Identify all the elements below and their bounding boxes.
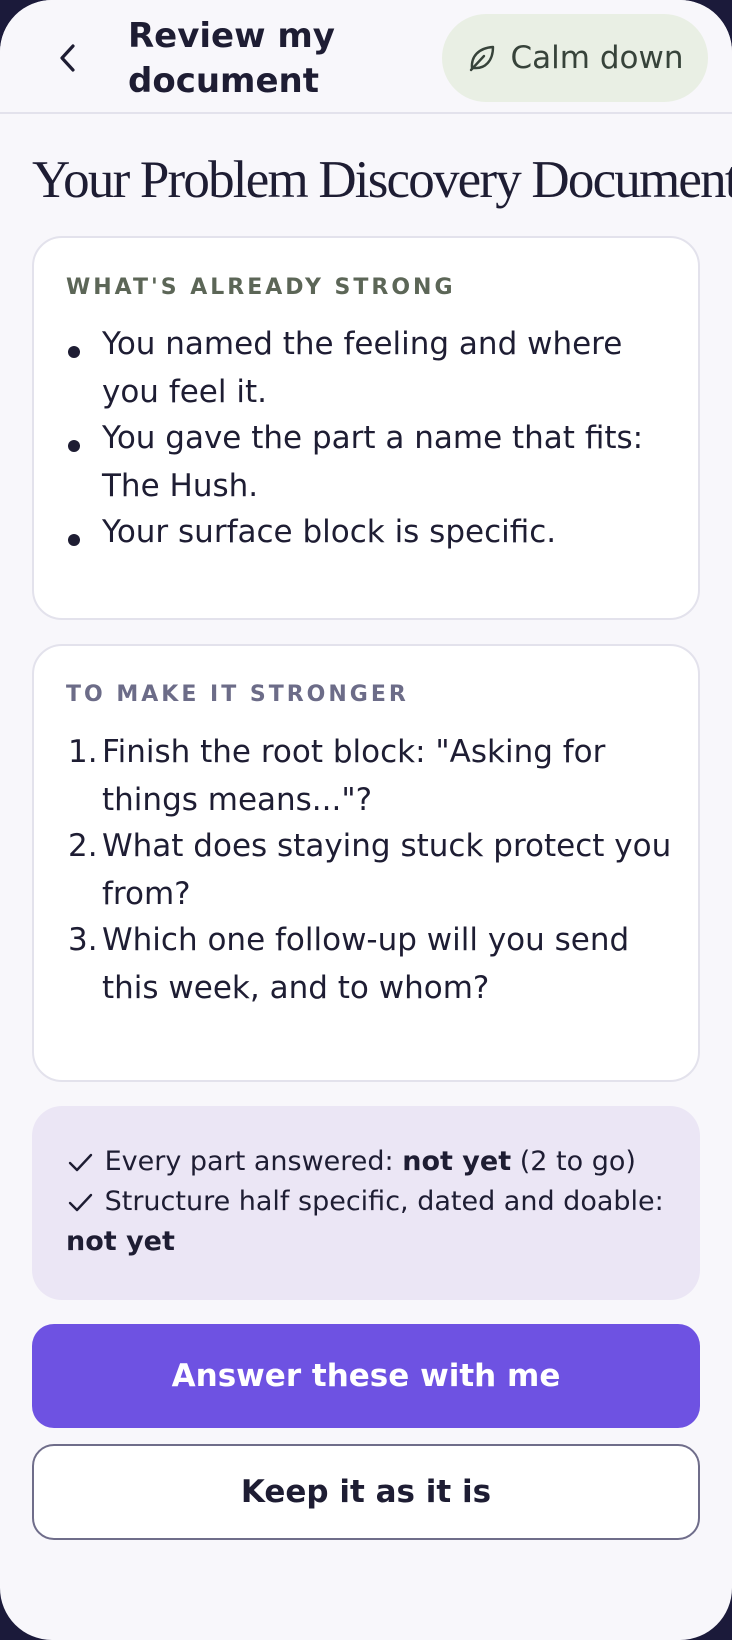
improvement-item: Which one follow-up will you send this w… [102,922,630,1006]
strengths-heading: WHAT'S ALREADY STRONG [66,275,456,300]
screen: Review my document Calm down Your Proble… [0,0,732,1640]
calm-down-button[interactable]: Calm down [442,14,708,102]
page-title: Your Problem Discovery Document [32,151,732,209]
item-number: 3. [68,922,98,958]
calm-down-label: Calm down [510,40,684,76]
status-label: Structure half specific, dated and doabl… [104,1186,664,1217]
status-line-structure-value: not yet [66,1222,175,1262]
status-extra: (2 to go) [519,1146,636,1177]
bullet-icon [68,346,80,358]
item-number: 2. [68,828,98,864]
strength-item: You named the feeling and where you feel… [102,326,623,410]
status-line-answered: Every part answered: not yet (2 to go) [66,1142,636,1182]
header-title: Review my document [128,16,335,101]
header: Review my document Calm down [0,0,732,114]
answer-with-me-button[interactable]: Answer these with me [32,1324,700,1428]
bullet-icon [68,534,80,546]
check-icon [68,1153,93,1171]
strength-item: You gave the part a name that fits: The … [102,420,644,504]
strength-item: Your surface block is specific. [102,514,557,550]
chevron-left-icon [60,44,75,72]
improvements-card: TO MAKE IT STRONGER 1. Finish the root b… [32,644,700,1082]
bullet-icon [68,440,80,452]
improvement-item: What does staying stuck protect you from… [102,828,672,912]
status-value: not yet [66,1226,175,1257]
item-number: 1. [68,734,98,770]
improvements-heading: TO MAKE IT STRONGER [66,682,409,707]
back-button[interactable] [46,30,90,86]
status-box: Every part answered: not yet (2 to go) S… [32,1106,700,1300]
status-label: Every part answered: [104,1146,394,1177]
improvement-item: Finish the root block: "Asking for thing… [102,734,606,818]
keep-as-is-button[interactable]: Keep it as it is [32,1444,700,1540]
status-value: not yet [402,1146,512,1177]
strengths-card: WHAT'S ALREADY STRONG You named the feel… [32,236,700,620]
status-line-structure: Structure half specific, dated and doabl… [66,1182,664,1222]
check-icon [68,1193,93,1211]
leaf-icon [469,45,494,72]
